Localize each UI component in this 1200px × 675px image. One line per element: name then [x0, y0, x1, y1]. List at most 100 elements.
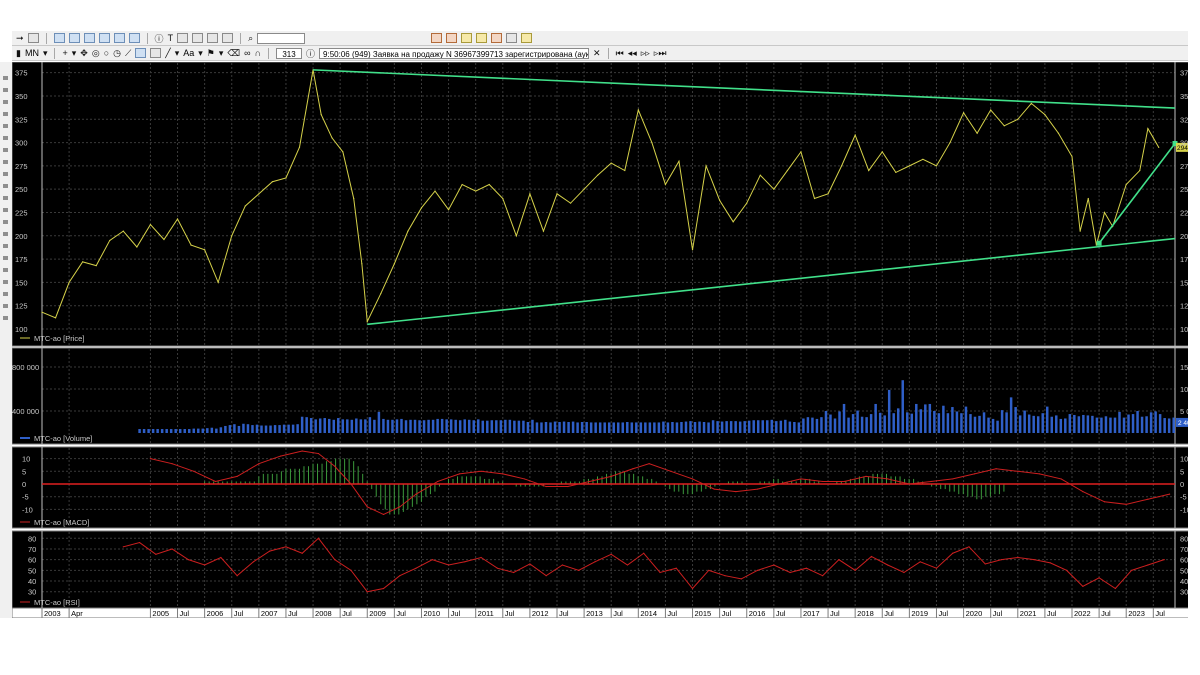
target-icon[interactable]: ◎ — [92, 48, 100, 59]
macd-point — [713, 488, 715, 490]
price-point — [583, 188, 585, 190]
connect-icon[interactable] — [27, 33, 39, 43]
rsi-point — [480, 556, 482, 559]
previous-icon[interactable]: ◂◂ — [628, 48, 637, 59]
quotes-icon[interactable] — [476, 33, 488, 43]
next-icon[interactable]: ▹▹ — [641, 48, 650, 59]
volume-bar — [883, 415, 886, 433]
refresh-icon[interactable] — [53, 33, 65, 43]
price-point — [651, 141, 653, 144]
timeframe-select[interactable]: MN — [25, 48, 39, 58]
price-point — [190, 244, 192, 246]
search-icon[interactable]: ⌕ — [248, 33, 253, 44]
hand-icon[interactable] — [135, 48, 147, 58]
chevron-down-icon[interactable]: ▾ — [43, 48, 48, 59]
first-page-icon[interactable]: ⏮ — [616, 48, 624, 59]
volume-bar — [264, 425, 268, 433]
pointer-icon[interactable] — [150, 48, 162, 58]
x-tick-label: 2010 — [423, 609, 440, 618]
eraser-icon[interactable]: ⌫ — [227, 48, 240, 59]
info-icon[interactable]: ⓘ — [306, 47, 315, 60]
info-icon[interactable]: ⓘ — [155, 32, 164, 45]
volume-bar — [427, 419, 430, 433]
chart-edit-icon[interactable] — [192, 33, 204, 43]
scissors-icon[interactable] — [207, 33, 219, 43]
chart-type-icon[interactable]: ▮ — [16, 48, 21, 59]
price-y-tick-label-left: 350 — [15, 92, 28, 101]
price-point — [320, 114, 322, 116]
chevron-down-icon[interactable]: ▾ — [219, 48, 224, 59]
rsi-point — [155, 553, 157, 555]
price-point — [732, 221, 734, 223]
trades-icon[interactable] — [98, 33, 110, 43]
link-icon[interactable]: ∞ — [244, 48, 250, 58]
table-icon[interactable] — [68, 33, 80, 43]
volume-bar — [138, 429, 141, 433]
volume-bar — [955, 411, 959, 433]
line-tool-icon[interactable]: ╱ — [165, 48, 170, 59]
volume-bar — [535, 422, 539, 433]
toolbar-separator — [607, 47, 609, 59]
move-icon[interactable]: ✥ — [80, 48, 88, 59]
rsi-point — [1049, 562, 1051, 564]
volume-bar — [323, 418, 326, 433]
macd-point — [366, 506, 368, 508]
text-tool-icon[interactable]: T — [168, 33, 174, 43]
rsi-point — [1098, 577, 1100, 579]
alerts-icon[interactable] — [491, 33, 503, 43]
toolbar-separator — [146, 32, 148, 44]
stop-order-icon[interactable] — [461, 33, 473, 43]
volume-bar — [869, 414, 873, 433]
rsi-point — [187, 559, 189, 561]
flag-icon[interactable]: ⚑ — [207, 48, 215, 59]
portfolio-icon[interactable] — [128, 33, 140, 43]
list-item — [3, 100, 8, 104]
rsi-point — [399, 575, 401, 577]
chevron-down-icon[interactable]: ▾ — [198, 48, 203, 59]
volume-bar — [1158, 414, 1162, 433]
volume-bar — [820, 417, 823, 433]
notes-icon[interactable] — [521, 33, 533, 43]
circle-icon[interactable]: ○ — [104, 48, 109, 58]
arrow-right-icon[interactable]: ➞ — [16, 33, 24, 44]
cancel-orders-icon[interactable] — [113, 33, 125, 43]
macd-point — [973, 473, 976, 475]
rsi-point — [1131, 569, 1133, 571]
lock-icon[interactable] — [222, 33, 234, 43]
volume-bar — [1163, 418, 1166, 433]
font-button[interactable]: Aa — [183, 48, 194, 58]
rsi-point — [968, 546, 970, 548]
rsi-point — [464, 561, 466, 563]
list-item — [3, 304, 8, 308]
price-y-tick-label-left: 325 — [15, 115, 28, 124]
chevron-down-icon[interactable]: ▾ — [175, 48, 180, 59]
volume-bar — [693, 422, 697, 433]
clock-icon[interactable]: ◷ — [113, 48, 121, 59]
search-input[interactable] — [257, 32, 306, 44]
x-tick-label: Jul — [993, 609, 1003, 618]
x-tick-label: Jul — [830, 609, 840, 618]
magnet-icon[interactable]: ∩ — [255, 48, 261, 58]
macd-point — [399, 506, 401, 508]
chart-svg[interactable]: 2003 Apr 2005 Jul 2006 Jul 2007 Jul 2008 Jul 2009 J… — [11, 61, 1200, 619]
last-page-icon[interactable]: ▹⏭ — [654, 48, 667, 59]
counter-field[interactable]: 313 — [276, 47, 303, 59]
rsi-point — [1033, 559, 1035, 561]
crosshair-icon[interactable]: + — [62, 48, 67, 58]
volume-bar — [1041, 413, 1044, 433]
new-order-icon[interactable] — [446, 33, 458, 43]
macd-y-tick-label: 5 — [1180, 467, 1184, 476]
macd-point — [930, 480, 932, 483]
macd-point — [735, 491, 737, 493]
orders-icon[interactable] — [83, 33, 95, 43]
price-point — [1071, 155, 1073, 158]
window-icon[interactable] — [431, 33, 443, 43]
edit-icon[interactable] — [177, 33, 189, 43]
volume-bar — [815, 418, 819, 433]
chart-area[interactable]: 2003 Apr 2005 Jul 2006 Jul 2007 Jul 2008 Jul 2009 J… — [11, 61, 1200, 619]
chevron-down-icon[interactable]: ▾ — [72, 48, 77, 59]
close-icon[interactable]: ✕ — [593, 48, 601, 59]
price-point — [1158, 146, 1160, 148]
ruler-icon[interactable]: ⟋ — [125, 48, 131, 59]
mail-icon[interactable] — [506, 33, 518, 43]
